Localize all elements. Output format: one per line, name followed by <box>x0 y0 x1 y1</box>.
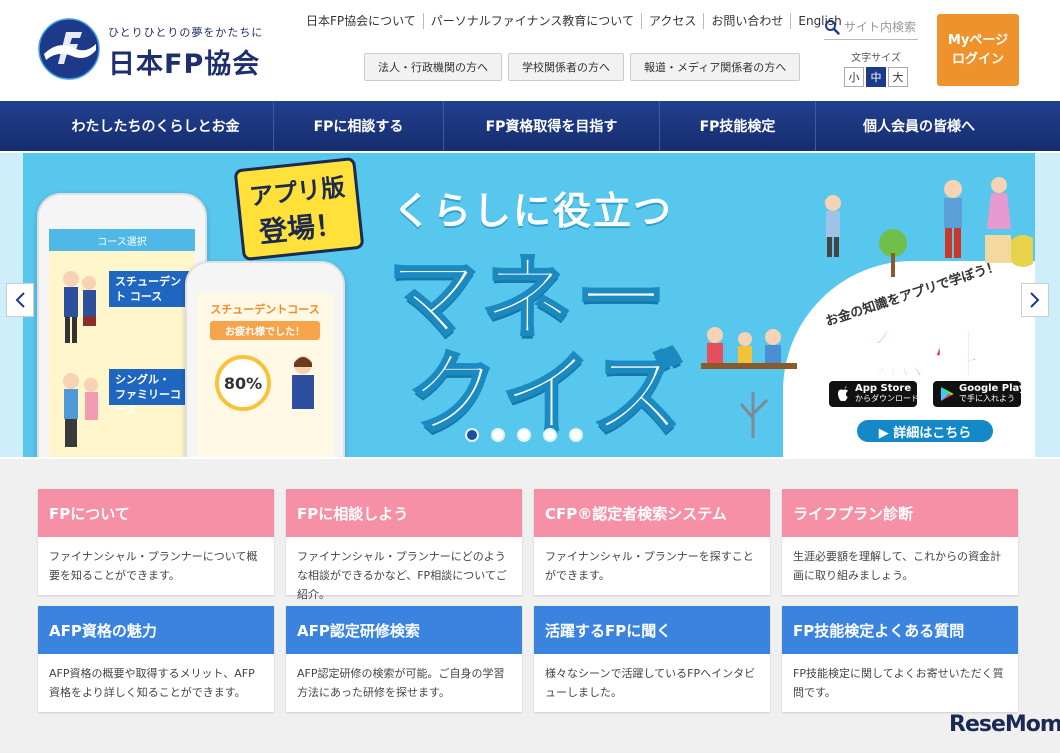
card-consult-fp[interactable]: FPに相談しよう ファイナンシャル・プランナーにどのような相談ができるかなど、F… <box>286 489 522 601</box>
logo-org-name: 日本FP協会 <box>108 49 261 80</box>
search-icon[interactable] <box>824 19 840 35</box>
card-description: 生涯必要額を理解して、これからの資金計画に取り組みましょう。 <box>793 550 1002 582</box>
detail-button[interactable]: ▶ 詳細はこちら <box>857 420 993 442</box>
nav-item-life-and-money[interactable]: わたしたちのくらしとお金 <box>38 101 274 151</box>
card-title: ライフプラン診断 <box>782 489 1018 537</box>
app-store-button[interactable]: App Store からダウンロード <box>829 381 919 407</box>
card-title: FPに相談しよう <box>286 489 522 537</box>
card-title: AFP資格の魅力 <box>38 606 274 654</box>
rowing-family-icon <box>701 327 797 369</box>
google-play-button[interactable]: Google Play で手に入れよう <box>933 381 1026 407</box>
card-afp-training[interactable]: AFP認定研修検索 AFP認定研修の検索が可能。ご自身の学習方法にあった研修を探… <box>286 606 522 712</box>
site-logo[interactable]: ひとりひとりの夢をかたちに 日本FP協会 <box>38 18 288 82</box>
card-title: FP技能検定よくある質問 <box>782 606 1018 654</box>
phone-screen: コース選択 スチューデント コース シングル・ ファミリーコース <box>49 229 195 457</box>
util-link-about[interactable]: 日本FP協会について <box>300 13 423 29</box>
phone-mockup-result: スチューデントコース お疲れ様でした！ 80% <box>185 261 345 457</box>
audience-buttons: 法人・行政機関の方へ 学校関係者の方へ 報道・メディア関係者の方へ <box>364 53 801 81</box>
google-play-icon <box>941 387 954 401</box>
card-description: FP技能検定に関してよくお寄せいただく質問です。 <box>793 667 1004 699</box>
mypage-label: Myページ <box>947 33 1009 48</box>
site-search <box>824 14 918 40</box>
site-header: ひとりひとりの夢をかたちに 日本FP協会 日本FP協会について パーソナルファイ… <box>0 0 1060 101</box>
phone-result-screen: スチューデントコース お疲れ様でした！ 80% <box>197 293 333 457</box>
card-cfp-search[interactable]: CFP®認定者検索システム ファイナンシャル・プランナーを探すことができます。 <box>534 489 770 595</box>
mypage-login-button[interactable]: Myページ ログイン <box>937 14 1019 86</box>
logo-tagline: ひとりひとりの夢をかたちに <box>108 26 264 39</box>
feature-cards: FPについて ファイナンシャル・プランナーについて概要を知ることができます。 F… <box>0 459 1060 753</box>
watermark-logo: ReseMom <box>949 712 1060 737</box>
card-lifeplan[interactable]: ライフプラン診断 生涯必要額を理解して、これからの資金計画に取り組みましょう。 <box>782 489 1018 595</box>
audience-button-media[interactable]: 報道・メディア関係者の方へ <box>630 53 801 81</box>
card-title: 活躍するFPに聞く <box>534 606 770 654</box>
carousel-dot-1[interactable] <box>465 428 479 442</box>
font-size-large-button[interactable]: 大 <box>888 67 908 87</box>
free-label: 無料 <box>872 325 982 387</box>
util-link-access[interactable]: アクセス <box>640 13 703 29</box>
apple-icon <box>838 386 848 402</box>
card-fp-interview[interactable]: 活躍するFPに聞く 様々なシーンで活躍しているFPへインタビューしました。 <box>534 606 770 712</box>
font-size-label: 文字サイズ <box>851 53 901 64</box>
app-store-top: App Store <box>855 383 912 394</box>
carousel-dot-5[interactable] <box>569 428 583 442</box>
nav-item-skill-test[interactable]: FP技能検定 <box>660 101 816 151</box>
card-title: FPについて <box>38 489 274 537</box>
global-nav: わたしたちのくらしとお金 FPに相談する FP資格取得を目指す FP技能検定 個… <box>0 101 1060 151</box>
card-afp-appeal[interactable]: AFP資格の魅力 AFP資格の概要や取得するメリット、AFP資格をより詳しく知る… <box>38 606 274 712</box>
app-version-badge: アプリ版 登場！ <box>233 156 365 262</box>
nav-item-members[interactable]: 個人会員の皆様へ <box>816 101 1022 151</box>
util-link-contact[interactable]: お問い合わせ <box>703 13 790 29</box>
nav-item-qualification[interactable]: FP資格取得を目指す <box>444 101 660 151</box>
logo-mark-icon <box>38 18 100 80</box>
font-size-switcher: 文字サイズ 小 中 大 <box>838 49 914 87</box>
card-faq[interactable]: FP技能検定よくある質問 FP技能検定に関してよくお寄せいただく質問です。 <box>782 606 1018 712</box>
card-description: ファイナンシャル・プランナーについて概要を知ることができます。 <box>49 550 258 582</box>
hero-carousel[interactable]: コース選択 スチューデント コース シングル・ ファミリーコース スチューデント… <box>23 153 1035 457</box>
result-course-title: スチューデントコース <box>210 303 320 316</box>
audience-button-corporate[interactable]: 法人・行政機関の方へ <box>364 53 502 81</box>
card-title: CFP®認定者検索システム <box>534 489 770 537</box>
carousel-prev-button[interactable] <box>6 283 34 317</box>
font-size-medium-button[interactable]: 中 <box>866 67 886 87</box>
app-store-bottom: からダウンロード <box>855 394 919 403</box>
chevron-right-icon <box>1030 292 1040 308</box>
google-play-top: Google Play <box>959 383 1026 394</box>
course-family-label: シングル・ ファミリーコース <box>109 369 189 416</box>
login-label: ログイン <box>951 52 1004 67</box>
result-score: 80% <box>215 355 271 411</box>
phone-mockup: コース選択 スチューデント コース シングル・ ファミリーコース <box>37 193 207 457</box>
course-student-label: スチューデント コース <box>109 271 189 307</box>
audience-button-school[interactable]: 学校関係者の方へ <box>508 53 624 81</box>
nav-item-consult[interactable]: FPに相談する <box>274 101 444 151</box>
carousel-dot-2[interactable] <box>491 428 505 442</box>
badge-line2: 登場！ <box>257 207 345 249</box>
card-title: AFP認定研修検索 <box>286 606 522 654</box>
chevron-left-icon <box>15 292 25 308</box>
card-description: ファイナンシャル・プランナーにどのような相談ができるかなど、FP相談についてご紹… <box>297 550 507 601</box>
card-description: AFP認定研修の検索が可能。ご自身の学習方法にあった研修を探せます。 <box>297 667 505 699</box>
card-description: 様々なシーンで活躍しているFPへインタビューしました。 <box>545 667 756 699</box>
google-play-bottom: で手に入れよう <box>959 394 1015 403</box>
phone-screen-header: コース選択 <box>49 229 195 251</box>
utility-links: 日本FP協会について パーソナルファイナンス教育について アクセス お問い合わせ… <box>300 13 849 29</box>
card-description: ファイナンシャル・プランナーを探すことができます。 <box>545 550 754 582</box>
carousel-dot-3[interactable] <box>517 428 531 442</box>
carousel-dot-4[interactable] <box>543 428 557 442</box>
tree-icon <box>739 392 769 438</box>
util-link-education[interactable]: パーソナルファイナンス教育について <box>422 13 641 29</box>
family-figure-icon <box>59 369 104 457</box>
card-description: AFP資格の概要や取得するメリット、AFP資格をより詳しく知ることができます。 <box>49 667 255 699</box>
carousel-dots <box>465 428 583 442</box>
carousel-next-button[interactable] <box>1021 283 1049 317</box>
search-input[interactable] <box>844 19 918 34</box>
presenter-figure-icon <box>283 353 323 423</box>
result-message: お疲れ様でした！ <box>210 321 320 340</box>
card-about-fp[interactable]: FPについて ファイナンシャル・プランナーについて概要を知ることができます。 <box>38 489 274 595</box>
font-size-small-button[interactable]: 小 <box>844 67 864 87</box>
student-figure-icon <box>59 265 99 355</box>
